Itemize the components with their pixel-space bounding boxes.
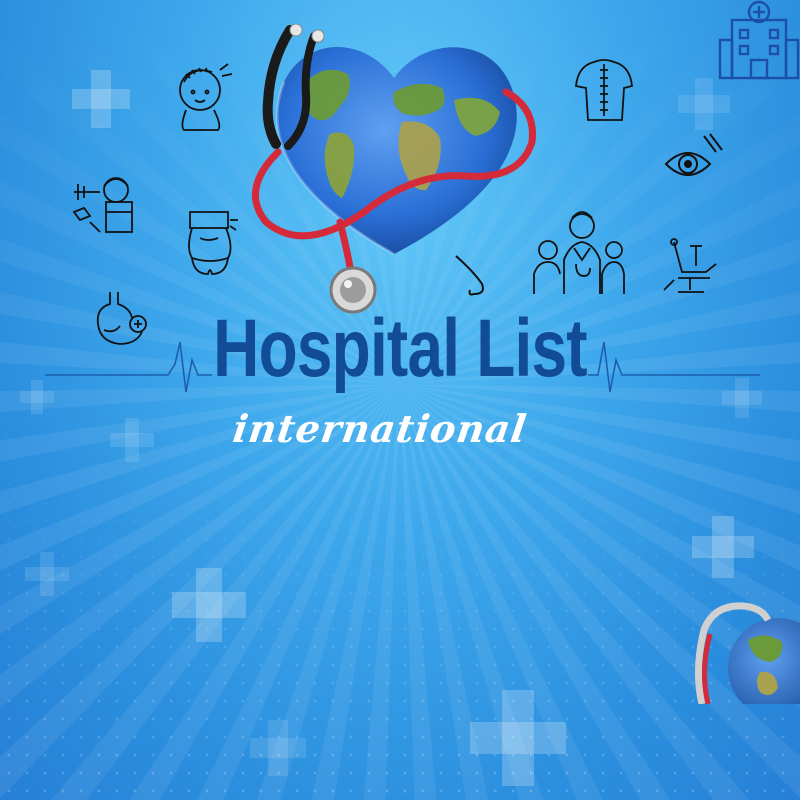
hospital-building-icon [718, 0, 800, 80]
hair-transplant-icon [179, 63, 233, 131]
spine-icon [575, 59, 633, 121]
medical-cross-icon [470, 690, 566, 786]
body-contouring-icon [188, 211, 238, 275]
background-dot-pattern [0, 440, 800, 800]
dental-treatment-icon [72, 177, 133, 233]
page-title: Hospital List [213, 303, 587, 394]
medical-cross-icon [678, 78, 730, 130]
dental-chair-icon [663, 238, 717, 293]
medical-cross-icon [72, 70, 130, 128]
medical-cross-icon [692, 516, 754, 578]
stethoscope-icon [694, 602, 800, 704]
medical-team-icon [533, 211, 625, 294]
medical-cross-icon [172, 568, 246, 642]
hospital-list-banner: Hospital List international [0, 0, 800, 800]
medical-cross-icon [250, 720, 306, 776]
medical-cross-icon [25, 552, 69, 596]
eye-icon [664, 133, 723, 176]
heart-globe-icon [251, 23, 536, 314]
page-subtitle: international [230, 406, 530, 451]
